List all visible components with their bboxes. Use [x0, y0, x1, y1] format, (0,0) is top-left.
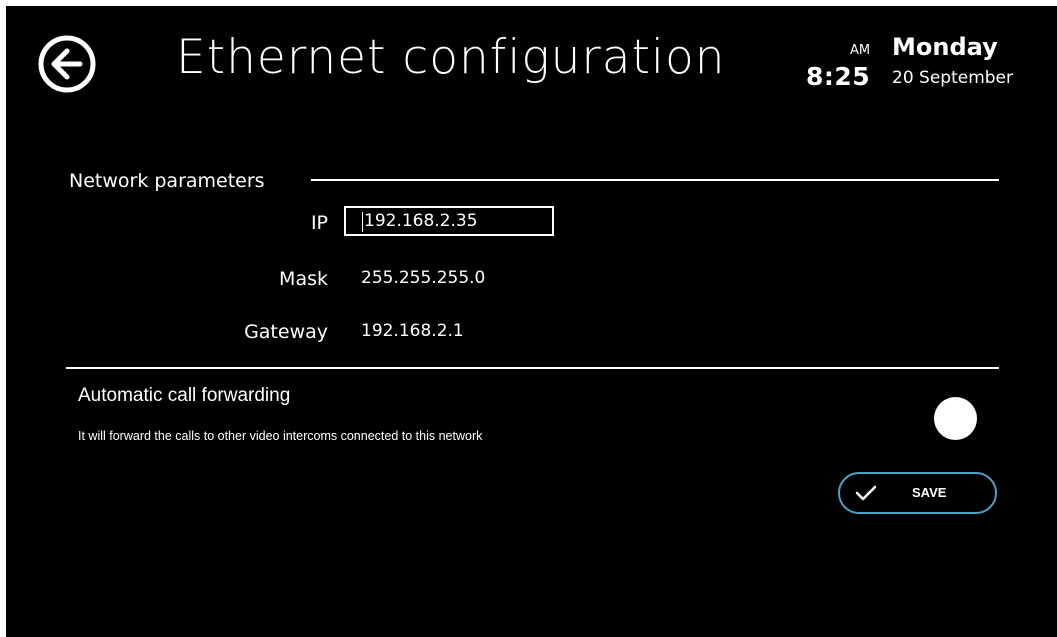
text-caret [362, 212, 363, 232]
screen: Ethernet configuration AM 8:25 Monday 20… [6, 6, 1057, 637]
clock-day: Monday [892, 33, 998, 61]
clock-date: 20 September [892, 68, 1014, 88]
clock-ampm: AM [850, 43, 871, 58]
page-title: Ethernet configuration [176, 30, 726, 85]
ip-input[interactable] [344, 206, 554, 236]
network-section-title: Network parameters [69, 170, 265, 192]
checkmark-icon [855, 485, 877, 501]
ip-label: IP [310, 212, 328, 234]
back-button[interactable] [37, 34, 97, 94]
arrow-left-circle-icon [38, 35, 96, 93]
clock-time: 8:25 [806, 62, 871, 91]
section-divider [311, 179, 999, 181]
mask-label: Mask [279, 268, 328, 290]
call-forwarding-toggle[interactable] [934, 397, 977, 440]
call-forwarding-description: It will forward the calls to other video… [78, 429, 483, 443]
mask-value[interactable]: 255.255.255.0 [361, 268, 485, 288]
save-button[interactable]: SAVE [838, 472, 997, 514]
call-forwarding-title: Automatic call forwarding [78, 385, 291, 406]
gateway-label: Gateway [244, 321, 328, 343]
gateway-value[interactable]: 192.168.2.1 [361, 321, 464, 341]
section-divider [66, 367, 999, 369]
save-label: SAVE [912, 485, 947, 500]
